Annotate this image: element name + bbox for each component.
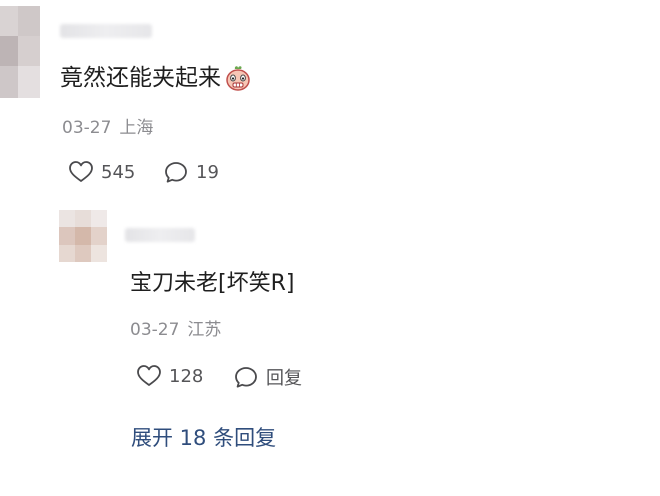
reply-location: 江苏 bbox=[187, 320, 222, 340]
comment-count: 19 bbox=[196, 161, 219, 183]
reply-like-button[interactable]: 128 bbox=[136, 364, 203, 388]
expand-replies-link[interactable]: 展开 18 条回复 bbox=[131, 424, 276, 452]
reply-button-label: 回复 bbox=[266, 368, 302, 389]
comment-body: 竟然还能夹起来 bbox=[60, 65, 221, 91]
reply-body: 宝刀未老[坏笑R] bbox=[130, 271, 295, 296]
comment-location: 上海 bbox=[119, 118, 154, 138]
reply-username-blurred[interactable] bbox=[125, 228, 195, 242]
comment-bubble-icon bbox=[163, 160, 189, 184]
comment-bubble-icon bbox=[233, 365, 259, 389]
like-button[interactable]: 545 bbox=[68, 160, 135, 184]
avatar[interactable] bbox=[0, 6, 40, 98]
grimacing-face-emoji-icon bbox=[225, 65, 251, 91]
heart-icon bbox=[136, 364, 162, 388]
heart-icon bbox=[68, 160, 94, 184]
reply-text: 宝刀未老[坏笑R] bbox=[130, 269, 294, 299]
comment-button[interactable]: 19 bbox=[163, 160, 219, 184]
reply-date: 03-27 bbox=[130, 320, 180, 340]
comment-date: 03-27 bbox=[62, 118, 112, 138]
comment-meta: 03-27 上海 bbox=[62, 117, 153, 139]
reply-like-count: 128 bbox=[169, 365, 204, 387]
reply-meta: 03-27 江苏 bbox=[130, 319, 221, 341]
reply-avatar[interactable] bbox=[59, 210, 107, 262]
like-count: 545 bbox=[101, 161, 136, 183]
username-blurred[interactable] bbox=[60, 24, 152, 38]
comment-text: 竟然还能夹起来 bbox=[60, 63, 251, 93]
reply-button[interactable]: 回复 bbox=[233, 364, 302, 390]
